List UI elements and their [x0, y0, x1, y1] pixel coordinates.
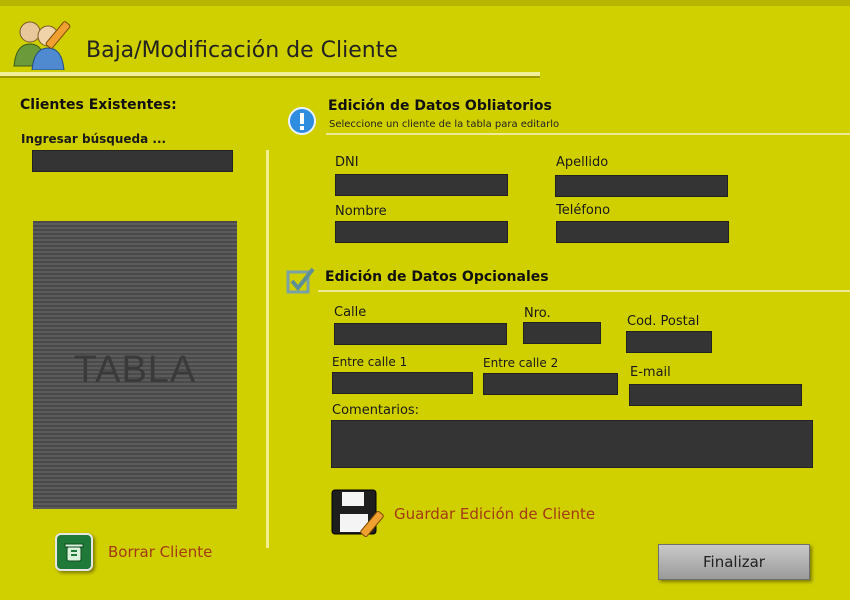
entre-calle-2-field[interactable] [483, 373, 618, 395]
cod-postal-field[interactable] [626, 331, 712, 353]
header-underline-shadow [0, 76, 540, 78]
comentarios-field[interactable] [331, 420, 813, 468]
delete-client-button[interactable] [55, 533, 93, 571]
info-icon [288, 107, 316, 135]
telefono-field[interactable] [556, 221, 729, 243]
telefono-label: Teléfono [556, 203, 611, 218]
calle-field[interactable] [334, 323, 507, 345]
required-section-underline [326, 133, 850, 135]
recycle-bin-icon [64, 543, 84, 562]
panel-divider [266, 150, 269, 548]
dni-label: DNI [335, 155, 359, 170]
comentarios-label: Comentarios: [332, 403, 420, 418]
search-label: Ingresar búsqueda ... [21, 132, 167, 146]
floppy-edit-icon[interactable] [330, 488, 384, 538]
title-bar: Baja/Modificación de Cliente [0, 0, 850, 80]
email-label: E-mail [630, 365, 671, 380]
users-edit-icon [13, 21, 71, 70]
apellido-field[interactable] [555, 175, 728, 197]
email-field[interactable] [629, 384, 802, 406]
optional-section-underline [318, 290, 850, 292]
window-title: Baja/Modificación de Cliente [86, 38, 398, 63]
save-client-button[interactable]: Guardar Edición de Cliente [394, 505, 595, 523]
table-placeholder-text: TABLA [73, 349, 197, 391]
required-section-subtitle: Seleccione un cliente de la tabla para e… [329, 119, 560, 130]
clients-table[interactable]: TABLA [33, 221, 237, 509]
top-border [0, 0, 850, 6]
nro-label: Nro. [524, 306, 551, 321]
cod-postal-label: Cod. Postal [627, 314, 700, 329]
nombre-field[interactable] [335, 221, 508, 243]
required-section-title: Edición de Datos Obliatorios [328, 98, 552, 114]
entre-calle-1-field[interactable] [332, 372, 473, 394]
nro-field[interactable] [523, 322, 601, 344]
delete-client-label[interactable]: Borrar Cliente [108, 543, 212, 561]
nombre-label: Nombre [335, 204, 387, 219]
finalizar-button[interactable]: Finalizar [658, 544, 810, 580]
apellido-label: Apellido [556, 155, 609, 170]
optional-section-title: Edición de Datos Opcionales [325, 269, 549, 285]
entre-calle-2-label: Entre calle 2 [483, 356, 559, 370]
dni-field[interactable] [335, 174, 508, 196]
search-input[interactable] [32, 150, 233, 172]
clients-heading: Clientes Existentes: [20, 97, 177, 113]
checkbox-icon [286, 267, 315, 294]
calle-label: Calle [334, 305, 367, 320]
entre-calle-1-label: Entre calle 1 [332, 355, 408, 369]
